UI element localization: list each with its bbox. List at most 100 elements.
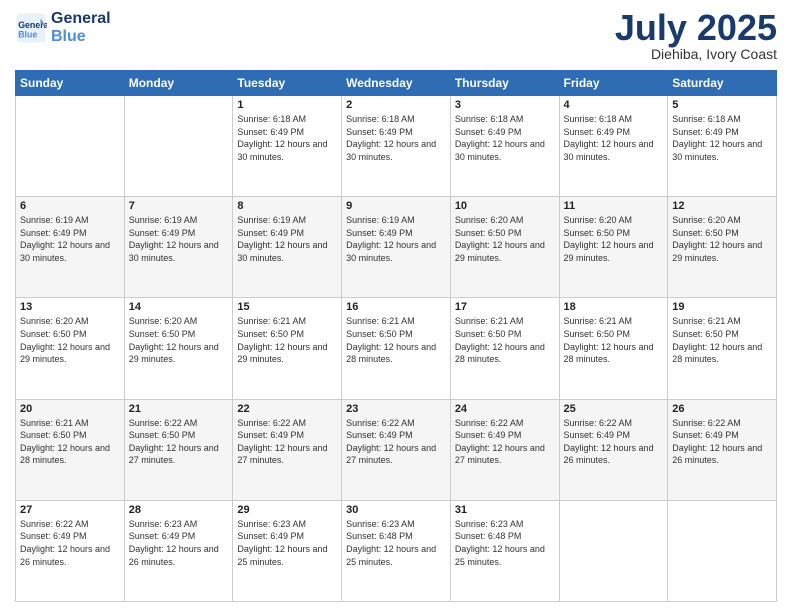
- calendar-cell: 16 Sunrise: 6:21 AM Sunset: 6:50 PM Dayli…: [342, 298, 451, 399]
- day-info: Sunrise: 6:20 AM Sunset: 6:50 PM Dayligh…: [20, 315, 120, 365]
- day-number: 30: [346, 504, 446, 516]
- col-header-monday: Monday: [124, 71, 233, 96]
- day-info: Sunrise: 6:23 AM Sunset: 6:48 PM Dayligh…: [346, 518, 446, 568]
- day-info: Sunrise: 6:20 AM Sunset: 6:50 PM Dayligh…: [564, 214, 664, 264]
- logo-blue: Blue: [51, 28, 111, 46]
- week-row-5: 27 Sunrise: 6:22 AM Sunset: 6:49 PM Dayli…: [16, 500, 777, 601]
- day-info: Sunrise: 6:19 AM Sunset: 6:49 PM Dayligh…: [237, 214, 337, 264]
- calendar-cell: 14 Sunrise: 6:20 AM Sunset: 6:50 PM Dayli…: [124, 298, 233, 399]
- location-subtitle: Diehiba, Ivory Coast: [615, 46, 777, 62]
- calendar-cell: 18 Sunrise: 6:21 AM Sunset: 6:50 PM Dayli…: [559, 298, 668, 399]
- day-info: Sunrise: 6:19 AM Sunset: 6:49 PM Dayligh…: [346, 214, 446, 264]
- day-number: 17: [455, 301, 555, 313]
- day-number: 31: [455, 504, 555, 516]
- day-number: 4: [564, 99, 664, 111]
- calendar-cell: 1 Sunrise: 6:18 AM Sunset: 6:49 PM Daylig…: [233, 96, 342, 197]
- day-number: 14: [129, 301, 229, 313]
- day-info: Sunrise: 6:18 AM Sunset: 6:49 PM Dayligh…: [672, 113, 772, 163]
- calendar-cell: 10Sunrise: 6:20 AM Sunset: 6:50 PM Dayli…: [450, 197, 559, 298]
- day-info: Sunrise: 6:19 AM Sunset: 6:49 PM Dayligh…: [129, 214, 229, 264]
- day-number: 5: [672, 99, 772, 111]
- calendar-cell: 7 Sunrise: 6:19 AM Sunset: 6:49 PM Daylig…: [124, 197, 233, 298]
- calendar-cell: 17 Sunrise: 6:21 AM Sunset: 6:50 PM Dayli…: [450, 298, 559, 399]
- day-number: 9: [346, 200, 446, 212]
- day-info: Sunrise: 6:20 AM Sunset: 6:50 PM Dayligh…: [129, 315, 229, 365]
- header-row: SundayMondayTuesdayWednesdayThursdayFrid…: [16, 71, 777, 96]
- calendar-cell: [16, 96, 125, 197]
- day-number: 8: [237, 200, 337, 212]
- day-number: 11: [564, 200, 664, 212]
- day-number: 2: [346, 99, 446, 111]
- col-header-friday: Friday: [559, 71, 668, 96]
- calendar-table: SundayMondayTuesdayWednesdayThursdayFrid…: [15, 70, 777, 602]
- calendar-cell: 25 Sunrise: 6:22 AM Sunset: 6:49 PM Dayli…: [559, 399, 668, 500]
- day-info: Sunrise: 6:18 AM Sunset: 6:49 PM Dayligh…: [564, 113, 664, 163]
- svg-text:General: General: [18, 20, 47, 30]
- calendar-cell: [559, 500, 668, 601]
- calendar-cell: 22 Sunrise: 6:22 AM Sunset: 6:49 PM Dayli…: [233, 399, 342, 500]
- day-info: Sunrise: 6:21 AM Sunset: 6:50 PM Dayligh…: [564, 315, 664, 365]
- day-info: Sunrise: 6:22 AM Sunset: 6:49 PM Dayligh…: [346, 417, 446, 467]
- title-section: July 2025 Diehiba, Ivory Coast: [615, 10, 777, 62]
- logo-wordmark: General Blue: [51, 10, 111, 45]
- page: General Blue General Blue July 2025 Dieh…: [0, 0, 792, 612]
- day-info: Sunrise: 6:22 AM Sunset: 6:49 PM Dayligh…: [672, 417, 772, 467]
- calendar-cell: 11 Sunrise: 6:20 AM Sunset: 6:50 PM Dayli…: [559, 197, 668, 298]
- day-info: Sunrise: 6:23 AM Sunset: 6:49 PM Dayligh…: [237, 518, 337, 568]
- calendar-cell: 23 Sunrise: 6:22 AM Sunset: 6:49 PM Dayli…: [342, 399, 451, 500]
- calendar-cell: 8 Sunrise: 6:19 AM Sunset: 6:49 PM Daylig…: [233, 197, 342, 298]
- day-number: 21: [129, 403, 229, 415]
- day-number: 3: [455, 99, 555, 111]
- day-info: Sunrise: 6:18 AM Sunset: 6:49 PM Dayligh…: [455, 113, 555, 163]
- day-number: 26: [672, 403, 772, 415]
- day-info: Sunrise: 6:21 AM Sunset: 6:50 PM Dayligh…: [346, 315, 446, 365]
- day-info: Sunrise: 6:22 AM Sunset: 6:50 PM Dayligh…: [129, 417, 229, 467]
- day-info: Sunrise: 6:22 AM Sunset: 6:49 PM Dayligh…: [20, 518, 120, 568]
- day-info: Sunrise: 6:18 AM Sunset: 6:49 PM Dayligh…: [346, 113, 446, 163]
- day-number: 16: [346, 301, 446, 313]
- col-header-sunday: Sunday: [16, 71, 125, 96]
- calendar-cell: 30 Sunrise: 6:23 AM Sunset: 6:48 PM Dayli…: [342, 500, 451, 601]
- day-number: 13: [20, 301, 120, 313]
- day-number: 25: [564, 403, 664, 415]
- calendar-cell: [668, 500, 777, 601]
- calendar-cell: 9 Sunrise: 6:19 AM Sunset: 6:49 PM Daylig…: [342, 197, 451, 298]
- day-number: 27: [20, 504, 120, 516]
- day-info: Sunrise: 6:22 AM Sunset: 6:49 PM Dayligh…: [564, 417, 664, 467]
- day-info: Sunrise: 6:21 AM Sunset: 6:50 PM Dayligh…: [455, 315, 555, 365]
- day-info: Sunrise: 6:18 AM Sunset: 6:49 PM Dayligh…: [237, 113, 337, 163]
- col-header-wednesday: Wednesday: [342, 71, 451, 96]
- day-info: Sunrise: 6:22 AM Sunset: 6:49 PM Dayligh…: [237, 417, 337, 467]
- col-header-thursday: Thursday: [450, 71, 559, 96]
- day-number: 23: [346, 403, 446, 415]
- calendar-cell: 5 Sunrise: 6:18 AM Sunset: 6:49 PM Daylig…: [668, 96, 777, 197]
- day-number: 28: [129, 504, 229, 516]
- week-row-1: 1 Sunrise: 6:18 AM Sunset: 6:49 PM Daylig…: [16, 96, 777, 197]
- calendar-cell: 21 Sunrise: 6:22 AM Sunset: 6:50 PM Dayli…: [124, 399, 233, 500]
- calendar-cell: 2 Sunrise: 6:18 AM Sunset: 6:49 PM Daylig…: [342, 96, 451, 197]
- calendar-cell: 31Sunrise: 6:23 AM Sunset: 6:48 PM Dayli…: [450, 500, 559, 601]
- week-row-4: 20Sunrise: 6:21 AM Sunset: 6:50 PM Dayli…: [16, 399, 777, 500]
- day-info: Sunrise: 6:23 AM Sunset: 6:49 PM Dayligh…: [129, 518, 229, 568]
- calendar-cell: 26 Sunrise: 6:22 AM Sunset: 6:49 PM Dayli…: [668, 399, 777, 500]
- calendar-cell: 27 Sunrise: 6:22 AM Sunset: 6:49 PM Dayli…: [16, 500, 125, 601]
- calendar-cell: 28 Sunrise: 6:23 AM Sunset: 6:49 PM Dayli…: [124, 500, 233, 601]
- day-info: Sunrise: 6:22 AM Sunset: 6:49 PM Dayligh…: [455, 417, 555, 467]
- calendar-cell: 19Sunrise: 6:21 AM Sunset: 6:50 PM Dayli…: [668, 298, 777, 399]
- calendar-cell: 13 Sunrise: 6:20 AM Sunset: 6:50 PM Dayli…: [16, 298, 125, 399]
- day-number: 29: [237, 504, 337, 516]
- day-info: Sunrise: 6:20 AM Sunset: 6:50 PM Dayligh…: [672, 214, 772, 264]
- calendar-cell: 3 Sunrise: 6:18 AM Sunset: 6:49 PM Daylig…: [450, 96, 559, 197]
- calendar-cell: 12Sunrise: 6:20 AM Sunset: 6:50 PM Dayli…: [668, 197, 777, 298]
- day-number: 22: [237, 403, 337, 415]
- svg-text:Blue: Blue: [18, 29, 37, 39]
- day-number: 24: [455, 403, 555, 415]
- day-info: Sunrise: 6:19 AM Sunset: 6:49 PM Dayligh…: [20, 214, 120, 264]
- month-title: July 2025: [615, 10, 777, 46]
- day-number: 6: [20, 200, 120, 212]
- day-number: 1: [237, 99, 337, 111]
- day-number: 7: [129, 200, 229, 212]
- week-row-2: 6 Sunrise: 6:19 AM Sunset: 6:49 PM Daylig…: [16, 197, 777, 298]
- day-number: 18: [564, 301, 664, 313]
- calendar-cell: 4 Sunrise: 6:18 AM Sunset: 6:49 PM Daylig…: [559, 96, 668, 197]
